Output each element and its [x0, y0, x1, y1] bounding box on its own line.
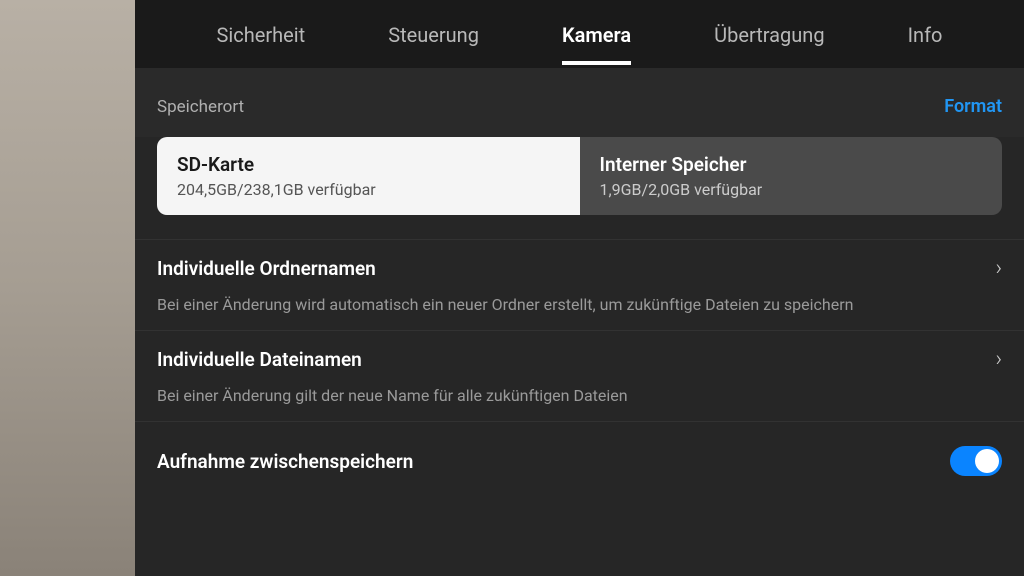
camera-preview-strip: [0, 0, 135, 576]
storage-section-label: Speicherort: [157, 97, 244, 117]
setting-folder-names-desc: Bei einer Änderung wird automatisch ein …: [157, 295, 1002, 314]
tab-bar: Sicherheit Steuerung Kamera Übertragung …: [135, 0, 1024, 68]
tab-steuerung[interactable]: Steuerung: [380, 3, 487, 65]
tab-kamera[interactable]: Kamera: [554, 3, 639, 65]
settings-panel: Sicherheit Steuerung Kamera Übertragung …: [135, 0, 1024, 576]
settings-content: Speicherort Format SD-Karte 204,5GB/238,…: [135, 68, 1024, 576]
storage-location-toggle: SD-Karte 204,5GB/238,1GB verfügbar Inter…: [157, 137, 1002, 215]
setting-folder-names-header: Individuelle Ordnernamen ›: [157, 256, 1002, 281]
setting-file-names-title: Individuelle Dateinamen: [157, 348, 362, 371]
format-button[interactable]: Format: [944, 96, 1002, 117]
chevron-right-icon: ›: [995, 347, 1002, 372]
toggle-knob: [975, 449, 999, 473]
tab-sicherheit[interactable]: Sicherheit: [209, 3, 314, 65]
storage-option-internal[interactable]: Interner Speicher 1,9GB/2,0GB verfügbar: [580, 137, 1003, 215]
cache-recording-toggle[interactable]: [950, 446, 1002, 476]
setting-folder-names-title: Individuelle Ordnernamen: [157, 257, 376, 280]
storage-internal-detail: 1,9GB/2,0GB verfügbar: [600, 180, 983, 199]
setting-file-names-header: Individuelle Dateinamen ›: [157, 347, 1002, 372]
tab-info[interactable]: Info: [900, 3, 951, 65]
chevron-right-icon: ›: [995, 256, 1002, 281]
storage-sdcard-title: SD-Karte: [177, 153, 560, 176]
tab-uebertragung[interactable]: Übertragung: [706, 3, 832, 65]
setting-cache-recording-title: Aufnahme zwischenspeichern: [157, 450, 413, 473]
setting-cache-recording: Aufnahme zwischenspeichern: [135, 421, 1024, 500]
storage-internal-title: Interner Speicher: [600, 153, 983, 176]
setting-cache-recording-header: Aufnahme zwischenspeichern: [157, 446, 1002, 476]
setting-file-names-desc: Bei einer Änderung gilt der neue Name fü…: [157, 386, 1002, 405]
setting-file-names[interactable]: Individuelle Dateinamen › Bei einer Ände…: [135, 330, 1024, 421]
storage-option-sdcard[interactable]: SD-Karte 204,5GB/238,1GB verfügbar: [157, 137, 580, 215]
setting-folder-names[interactable]: Individuelle Ordnernamen › Bei einer Änd…: [135, 239, 1024, 330]
storage-section-header: Speicherort Format: [135, 68, 1024, 137]
storage-sdcard-detail: 204,5GB/238,1GB verfügbar: [177, 180, 560, 199]
